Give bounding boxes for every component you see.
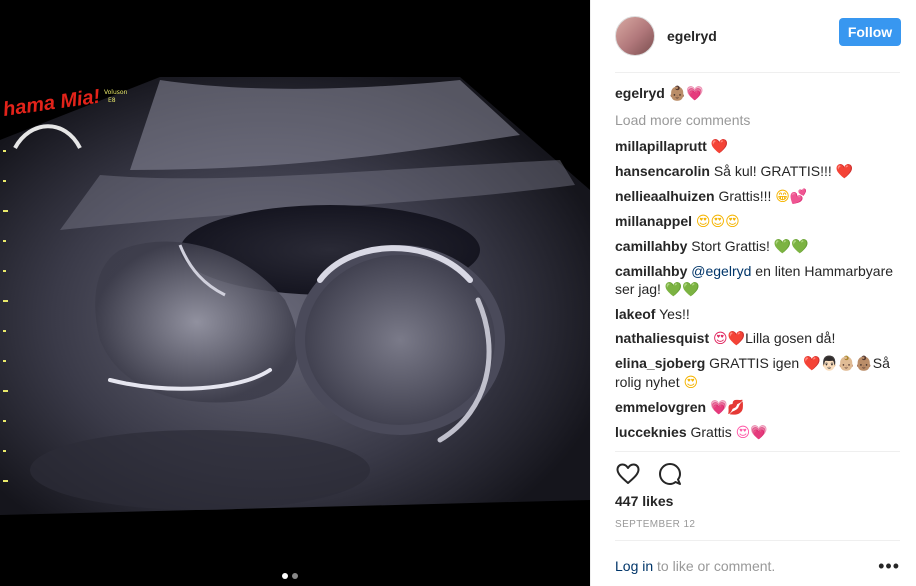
login-link[interactable]: Log in: [615, 558, 653, 574]
post-sidebar: egelryd Follow egelryd 👶🏽💗 Load more com…: [590, 0, 916, 586]
comment-emoji: 💗💋: [709, 400, 745, 416]
comment-text: Lilla gosen då!: [745, 330, 836, 346]
comment-username[interactable]: hansencarolin: [615, 163, 710, 179]
comment-text: Så kul! GRATTIS!!!: [713, 163, 832, 179]
post-date: SEPTEMBER 12: [615, 519, 696, 530]
comment-emoji: 😍❤️: [713, 331, 746, 347]
comment: elina_sjoberg GRATTIS igen ❤️👨🏻👶🏼👶🏽Så ro…: [615, 354, 905, 392]
comment-username[interactable]: nathaliesquist: [615, 330, 709, 346]
comment-emoji-2: 😍: [683, 375, 699, 391]
caption: egelryd 👶🏽💗: [615, 84, 905, 103]
caption-username[interactable]: egelryd: [615, 85, 665, 101]
comment: lakeof Yes!!: [615, 305, 905, 323]
comment: camillahby @egelryd en liten Hammarbyare…: [615, 262, 905, 299]
comment-icon: [659, 463, 681, 485]
ultrasound-image: hama Mia! Voluson E8: [0, 0, 590, 586]
comment-emoji: 😁💕: [775, 189, 808, 205]
action-bar: [615, 461, 683, 487]
svg-text:E8: E8: [108, 97, 116, 104]
comment: camillahby Stort Grattis! 💚💚: [615, 237, 905, 256]
follow-button[interactable]: Follow: [839, 18, 901, 46]
carousel-dot-1[interactable]: [282, 573, 288, 579]
comment: aaxegren ❤️❤️❤️❤️❤️❤️❤️❤️❤️❤️: [615, 448, 905, 450]
carousel-dot-2[interactable]: [292, 573, 298, 579]
svg-text:Voluson: Voluson: [104, 89, 128, 96]
comment: nathaliesquist 😍❤️Lilla gosen då!: [615, 329, 905, 348]
comment-text: GRATTIS igen: [709, 355, 800, 371]
comment-username[interactable]: lakeof: [615, 306, 655, 322]
heart-icon: [616, 463, 640, 484]
comment-username[interactable]: millapillaprutt: [615, 138, 707, 154]
comment-emoji: ❤️: [710, 139, 729, 155]
comment-username[interactable]: millanappel: [615, 213, 692, 229]
comment: emmelovgren 💗💋: [615, 398, 905, 417]
comment-emoji: 😍💗: [735, 425, 768, 441]
comment-username[interactable]: camillahby: [615, 238, 687, 254]
header-username[interactable]: egelryd: [667, 28, 717, 44]
comment-text: Yes!!: [659, 306, 690, 322]
divider: [615, 72, 900, 73]
comment-username[interactable]: nellieaalhuizen: [615, 188, 715, 204]
divider: [615, 540, 900, 541]
comment-emoji: 💚💚: [664, 282, 700, 298]
comment-text: Stort Grattis!: [691, 238, 770, 254]
post-image[interactable]: hama Mia! Voluson E8: [0, 0, 590, 586]
login-prompt-text: to like or comment.: [653, 558, 776, 574]
comment: millapillaprutt ❤️: [615, 137, 905, 156]
comment: nellieaalhuizen Grattis!!! 😁💕: [615, 187, 905, 206]
avatar[interactable]: [615, 16, 655, 56]
comment-emoji: 😍😍😍: [695, 214, 740, 230]
divider: [615, 451, 900, 452]
comment-mention[interactable]: @egelryd: [691, 263, 751, 279]
like-button[interactable]: [615, 461, 641, 487]
comment-username[interactable]: aaxegren: [615, 449, 676, 450]
comment: hansencarolin Så kul! GRATTIS!!! ❤️: [615, 162, 905, 181]
comment-username[interactable]: lucceknies: [615, 424, 687, 440]
comment-username[interactable]: emmelovgren: [615, 399, 706, 415]
comment: lucceknies Grattis 😍💗: [615, 423, 905, 442]
post-header: egelryd Follow: [591, 0, 916, 72]
comment-username[interactable]: camillahby: [615, 263, 687, 279]
more-options-icon[interactable]: •••: [878, 556, 900, 577]
load-more-comments[interactable]: Load more comments: [615, 111, 905, 129]
comment: millanappel 😍😍😍: [615, 212, 905, 231]
caption-emoji: 👶🏽💗: [668, 86, 704, 102]
carousel-dots[interactable]: [282, 573, 298, 579]
comment-button[interactable]: [657, 461, 683, 487]
comments-list[interactable]: egelryd 👶🏽💗 Load more comments millapill…: [615, 84, 905, 450]
likes-count[interactable]: 447 likes: [615, 493, 673, 509]
comment-text: Grattis: [690, 424, 732, 440]
comment-username[interactable]: elina_sjoberg: [615, 355, 705, 371]
login-prompt: Log in to like or comment.: [615, 558, 775, 574]
comment-emoji: ❤️: [835, 164, 854, 180]
comment-emoji: 💚💚: [773, 239, 809, 255]
comment-text: Grattis!!!: [718, 188, 772, 204]
comment-emoji: ❤️👨🏻👶🏼👶🏽: [803, 356, 873, 372]
